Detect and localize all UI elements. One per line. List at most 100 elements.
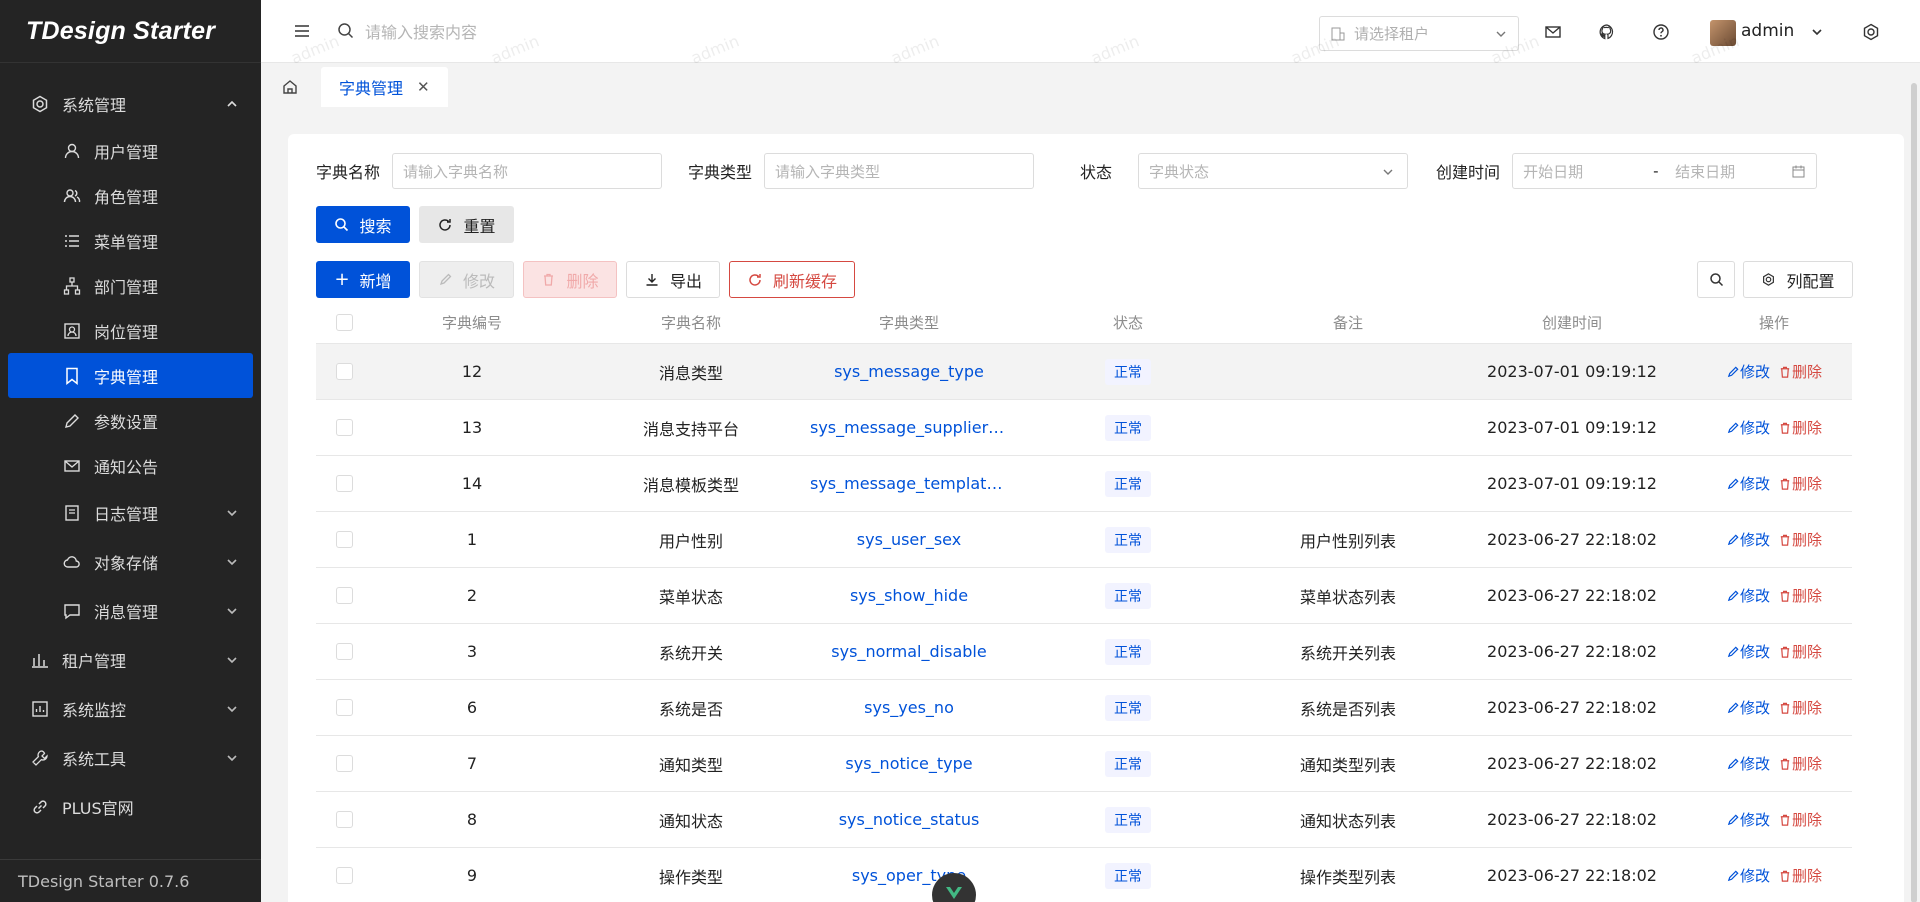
help-circle-icon[interactable] bbox=[1651, 22, 1671, 42]
row-checkbox[interactable] bbox=[316, 811, 372, 828]
sidebar-item-2[interactable]: 角色管理 bbox=[0, 173, 261, 218]
cell-dict-type-link[interactable]: sys_show_hide bbox=[810, 586, 1008, 605]
row-edit-link[interactable]: 修改 bbox=[1726, 753, 1770, 774]
row-delete-link[interactable]: 删除 bbox=[1778, 641, 1822, 662]
row-edit-link[interactable]: 修改 bbox=[1726, 697, 1770, 718]
row-edit-link[interactable]: 修改 bbox=[1726, 809, 1770, 830]
sidebar-item-3[interactable]: 菜单管理 bbox=[0, 218, 261, 263]
row-edit-link[interactable]: 修改 bbox=[1726, 361, 1770, 382]
row-checkbox[interactable] bbox=[316, 643, 372, 660]
sidebar-item-7[interactable]: 参数设置 bbox=[0, 398, 261, 443]
checkbox[interactable] bbox=[335, 811, 353, 828]
row-delete-link[interactable]: 删除 bbox=[1778, 585, 1822, 606]
row-edit-link[interactable]: 修改 bbox=[1726, 585, 1770, 606]
table-row[interactable]: 8 通知状态 sys_notice_status 正常 通知状态列表 2023-06-27… bbox=[316, 792, 1852, 848]
row-edit-link[interactable]: 修改 bbox=[1726, 529, 1770, 550]
row-checkbox[interactable] bbox=[316, 867, 372, 884]
checkbox[interactable] bbox=[335, 755, 353, 772]
checkbox[interactable] bbox=[335, 643, 353, 660]
cell-dict-type-link[interactable]: sys_message_supplier_... bbox=[810, 418, 1008, 437]
checkbox[interactable] bbox=[335, 363, 353, 380]
checkbox[interactable] bbox=[335, 531, 353, 548]
table-row[interactable]: 2 菜单状态 sys_show_hide 正常 菜单状态列表 2023-06-27 22:… bbox=[316, 568, 1852, 624]
refresh-cache-button[interactable]: 刷新缓存 bbox=[729, 261, 855, 298]
table-row[interactable]: 12 消息类型 sys_message_type 正常 2023-07-01 09:19… bbox=[316, 344, 1852, 400]
row-checkbox[interactable] bbox=[316, 531, 372, 548]
checkbox[interactable] bbox=[335, 475, 353, 492]
row-delete-link[interactable]: 删除 bbox=[1778, 865, 1822, 886]
delete-button[interactable]: 删除 bbox=[523, 261, 617, 298]
close-icon[interactable]: ✕ bbox=[417, 78, 430, 96]
row-checkbox[interactable] bbox=[316, 587, 372, 604]
chevron-down-icon[interactable] bbox=[1810, 25, 1824, 39]
sidebar-item-5[interactable]: 岗位管理 bbox=[0, 308, 261, 353]
row-edit-link[interactable]: 修改 bbox=[1726, 641, 1770, 662]
row-delete-link[interactable]: 删除 bbox=[1778, 809, 1822, 830]
home-tab[interactable] bbox=[267, 67, 313, 107]
table-row[interactable]: 3 系统开关 sys_normal_disable 正常 系统开关列表 2023-06-2… bbox=[316, 624, 1852, 680]
row-checkbox[interactable] bbox=[316, 363, 372, 380]
sidebar-item-4[interactable]: 部门管理 bbox=[0, 263, 261, 308]
date-range-picker[interactable]: 开始日期 - 结束日期 bbox=[1512, 153, 1818, 189]
scrollbar-thumb[interactable] bbox=[1911, 83, 1917, 902]
export-button[interactable]: 导出 bbox=[626, 261, 720, 298]
dict-name-input[interactable]: 请输入字典名称 bbox=[392, 153, 663, 189]
checkbox[interactable] bbox=[335, 699, 353, 716]
row-edit-link[interactable]: 修改 bbox=[1726, 865, 1770, 886]
cell-dict-type-link[interactable]: sys_normal_disable bbox=[810, 642, 1008, 661]
tab-dict-management[interactable]: 字典管理 ✕ bbox=[321, 67, 448, 107]
sidebar-item-6[interactable]: 字典管理 bbox=[8, 353, 253, 398]
row-delete-link[interactable]: 删除 bbox=[1778, 697, 1822, 718]
table-row[interactable]: 1 用户性别 sys_user_sex 正常 用户性别列表 2023-06-27 22:1… bbox=[316, 512, 1852, 568]
sidebar-item-0[interactable]: 系统管理 bbox=[0, 79, 261, 128]
table-row[interactable]: 14 消息模板类型 sys_message_template... 正常 2023-07… bbox=[316, 456, 1852, 512]
row-checkbox[interactable] bbox=[316, 699, 372, 716]
mail-icon[interactable] bbox=[1543, 22, 1563, 42]
row-delete-link[interactable]: 删除 bbox=[1778, 529, 1822, 550]
table-search-toggle[interactable] bbox=[1697, 261, 1735, 298]
github-icon[interactable] bbox=[1597, 22, 1617, 42]
user-avatar[interactable] bbox=[1710, 20, 1736, 46]
sidebar-item-10[interactable]: 对象存储 bbox=[0, 537, 261, 586]
select-all-checkbox[interactable] bbox=[316, 314, 372, 331]
row-delete-link[interactable]: 删除 bbox=[1778, 473, 1822, 494]
row-delete-link[interactable]: 删除 bbox=[1778, 417, 1822, 438]
checkbox[interactable] bbox=[335, 587, 353, 604]
sidebar-item-11[interactable]: 消息管理 bbox=[0, 586, 261, 635]
row-edit-link[interactable]: 修改 bbox=[1726, 473, 1770, 494]
table-row[interactable]: 13 消息支持平台 sys_message_supplier_... 正常 2023-0… bbox=[316, 400, 1852, 456]
row-checkbox[interactable] bbox=[316, 419, 372, 436]
edit-button[interactable]: 修改 bbox=[419, 261, 514, 298]
sidebar-item-8[interactable]: 通知公告 bbox=[0, 443, 261, 488]
cell-dict-type-link[interactable]: sys_notice_type bbox=[810, 754, 1008, 773]
table-row[interactable]: 9 操作类型 sys_oper_type 正常 操作类型列表 2023-06-27 22:… bbox=[316, 848, 1852, 902]
username[interactable]: admin bbox=[1741, 21, 1794, 41]
checkbox[interactable] bbox=[335, 419, 353, 436]
header-search[interactable]: 请输入搜索内容 bbox=[337, 19, 477, 43]
table-row[interactable]: 7 通知类型 sys_notice_type 正常 通知类型列表 2023-06-27 2… bbox=[316, 736, 1852, 792]
status-select[interactable]: 字典状态 bbox=[1138, 153, 1409, 189]
sidebar-item-14[interactable]: 系统工具 bbox=[0, 733, 261, 782]
add-button[interactable]: + 新增 bbox=[316, 261, 410, 298]
cell-dict-type-link[interactable]: sys_message_template... bbox=[810, 474, 1008, 493]
row-delete-link[interactable]: 删除 bbox=[1778, 753, 1822, 774]
row-delete-link[interactable]: 删除 bbox=[1778, 361, 1822, 382]
menu-fold-icon[interactable] bbox=[291, 20, 313, 42]
sidebar-item-9[interactable]: 日志管理 bbox=[0, 488, 261, 537]
settings-icon[interactable] bbox=[1861, 22, 1881, 42]
row-checkbox[interactable] bbox=[316, 475, 372, 492]
dict-type-input[interactable]: 请输入字典类型 bbox=[764, 153, 1035, 189]
cell-dict-type-link[interactable]: sys_oper_type bbox=[810, 866, 1008, 885]
app-logo[interactable]: TDesign Starter bbox=[0, 0, 261, 63]
row-edit-link[interactable]: 修改 bbox=[1726, 417, 1770, 438]
sidebar-item-12[interactable]: 租户管理 bbox=[0, 635, 261, 684]
sidebar-item-13[interactable]: 系统监控 bbox=[0, 684, 261, 733]
checkbox[interactable] bbox=[335, 867, 353, 884]
table-row[interactable]: 6 系统是否 sys_yes_no 正常 系统是否列表 2023-06-27 22:18:… bbox=[316, 680, 1852, 736]
cell-dict-type-link[interactable]: sys_yes_no bbox=[810, 698, 1008, 717]
reset-button[interactable]: 重置 bbox=[419, 206, 514, 243]
search-button[interactable]: 搜索 bbox=[316, 206, 410, 243]
row-checkbox[interactable] bbox=[316, 755, 372, 772]
cell-dict-type-link[interactable]: sys_message_type bbox=[810, 362, 1008, 381]
cell-dict-type-link[interactable]: sys_notice_status bbox=[810, 810, 1008, 829]
